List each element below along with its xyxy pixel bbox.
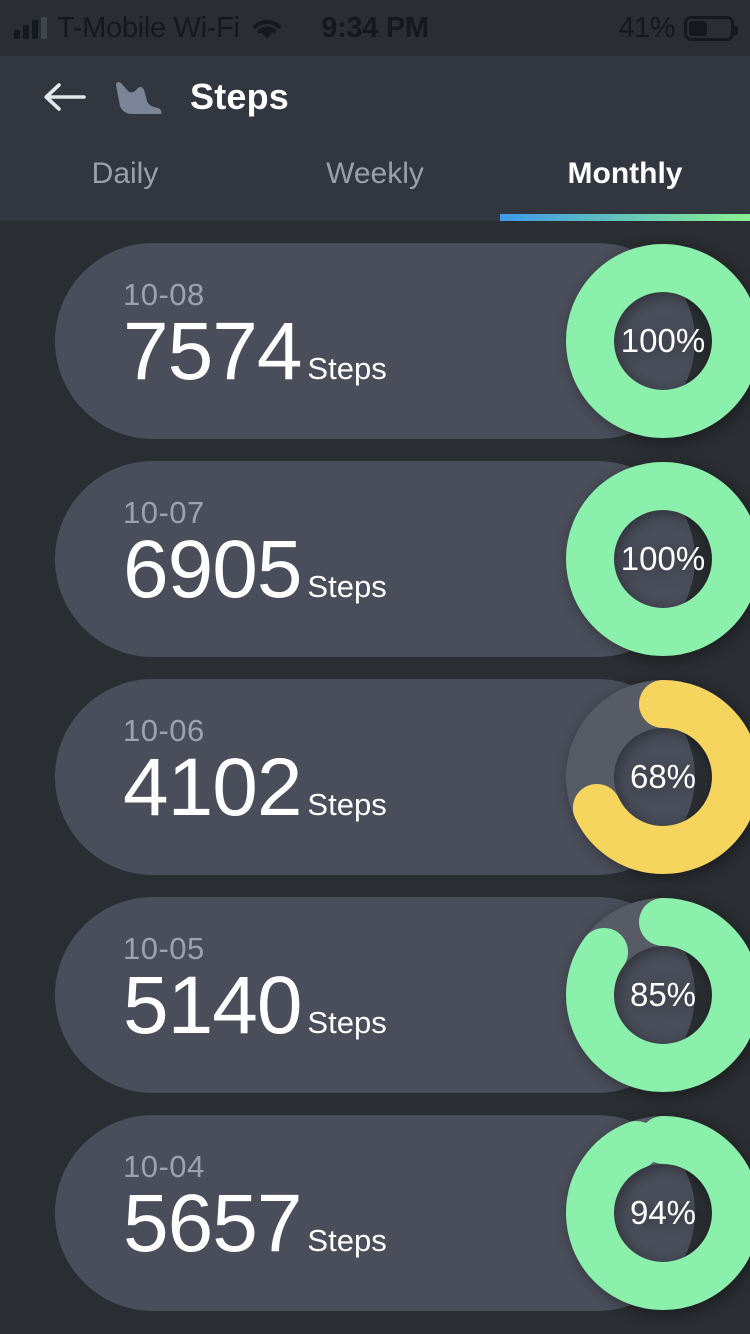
card-text-block: 10-08 7574 Steps <box>123 277 387 393</box>
entry-steps: 6905 <box>123 524 302 615</box>
progress-ring: 85% <box>565 897 750 1093</box>
entry-steps: 7574 <box>123 306 302 397</box>
steps-list: 10-08 7574 Steps 100% 10-07 6905 Steps 1… <box>0 221 750 1311</box>
entry-steps: 4102 <box>123 742 302 833</box>
period-tabs: Daily Weekly Monthly <box>0 138 750 221</box>
table-row[interactable]: 10-04 5657 Steps 94% <box>55 1115 750 1311</box>
entry-steps: 5657 <box>123 1178 302 1269</box>
card-text-block: 10-04 5657 Steps <box>123 1149 387 1265</box>
entry-count-row: 6905 Steps <box>123 529 387 611</box>
progress-percent: 94% <box>629 1194 697 1231</box>
entry-count-row: 5657 Steps <box>123 1183 387 1265</box>
progress-percent: 100% <box>620 540 706 577</box>
shoe-icon <box>112 77 164 117</box>
tab-daily[interactable]: Daily <box>0 138 250 221</box>
tab-monthly-label: Monthly <box>567 156 683 190</box>
card-text-block: 10-05 5140 Steps <box>123 931 387 1047</box>
battery-fill <box>689 20 708 36</box>
progress-ring: 100% <box>565 243 750 439</box>
entry-count-row: 7574 Steps <box>123 311 387 393</box>
entry-unit: Steps <box>307 1223 387 1258</box>
tab-monthly[interactable]: Monthly <box>500 138 750 221</box>
progress-percent: 68% <box>629 758 697 795</box>
tab-weekly[interactable]: Weekly <box>250 138 500 221</box>
table-row[interactable]: 10-07 6905 Steps 100% <box>55 461 750 657</box>
entry-unit: Steps <box>307 1005 387 1040</box>
card-text-block: 10-06 4102 Steps <box>123 713 387 829</box>
progress-ring: 68% <box>565 679 750 875</box>
wifi-icon <box>250 15 284 41</box>
status-bar: T-Mobile Wi-Fi 9:34 PM 41% <box>0 0 750 56</box>
battery-icon <box>684 15 738 41</box>
entry-unit: Steps <box>307 351 387 386</box>
carrier-label: T-Mobile Wi-Fi <box>57 11 240 44</box>
battery-percent-label: 41% <box>618 11 675 44</box>
status-bar-right: 41% <box>618 12 750 45</box>
tab-daily-label: Daily <box>91 156 159 190</box>
table-row[interactable]: 10-06 4102 Steps 68% <box>55 679 750 875</box>
card-text-block: 10-07 6905 Steps <box>123 495 387 611</box>
status-bar-left: T-Mobile Wi-Fi <box>0 12 284 45</box>
progress-ring: 94% <box>565 1115 750 1311</box>
active-tab-indicator <box>500 214 750 221</box>
progress-percent: 100% <box>620 322 706 359</box>
back-arrow-icon[interactable] <box>42 81 86 113</box>
title-bar: Steps <box>0 56 750 138</box>
app-header: Steps Daily Weekly Monthly <box>0 56 750 221</box>
entry-unit: Steps <box>307 787 387 822</box>
table-row[interactable]: 10-08 7574 Steps 100% <box>55 243 750 439</box>
clock-label: 9:34 PM <box>321 11 429 44</box>
entry-count-row: 5140 Steps <box>123 965 387 1047</box>
progress-ring: 100% <box>565 461 750 657</box>
signal-bars-icon <box>14 17 47 39</box>
page-title: Steps <box>190 76 290 117</box>
entry-count-row: 4102 Steps <box>123 747 387 829</box>
table-row[interactable]: 10-05 5140 Steps 85% <box>55 897 750 1093</box>
entry-unit: Steps <box>307 569 387 604</box>
tab-weekly-label: Weekly <box>326 156 424 190</box>
entry-steps: 5140 <box>123 960 302 1051</box>
progress-percent: 85% <box>629 976 697 1013</box>
